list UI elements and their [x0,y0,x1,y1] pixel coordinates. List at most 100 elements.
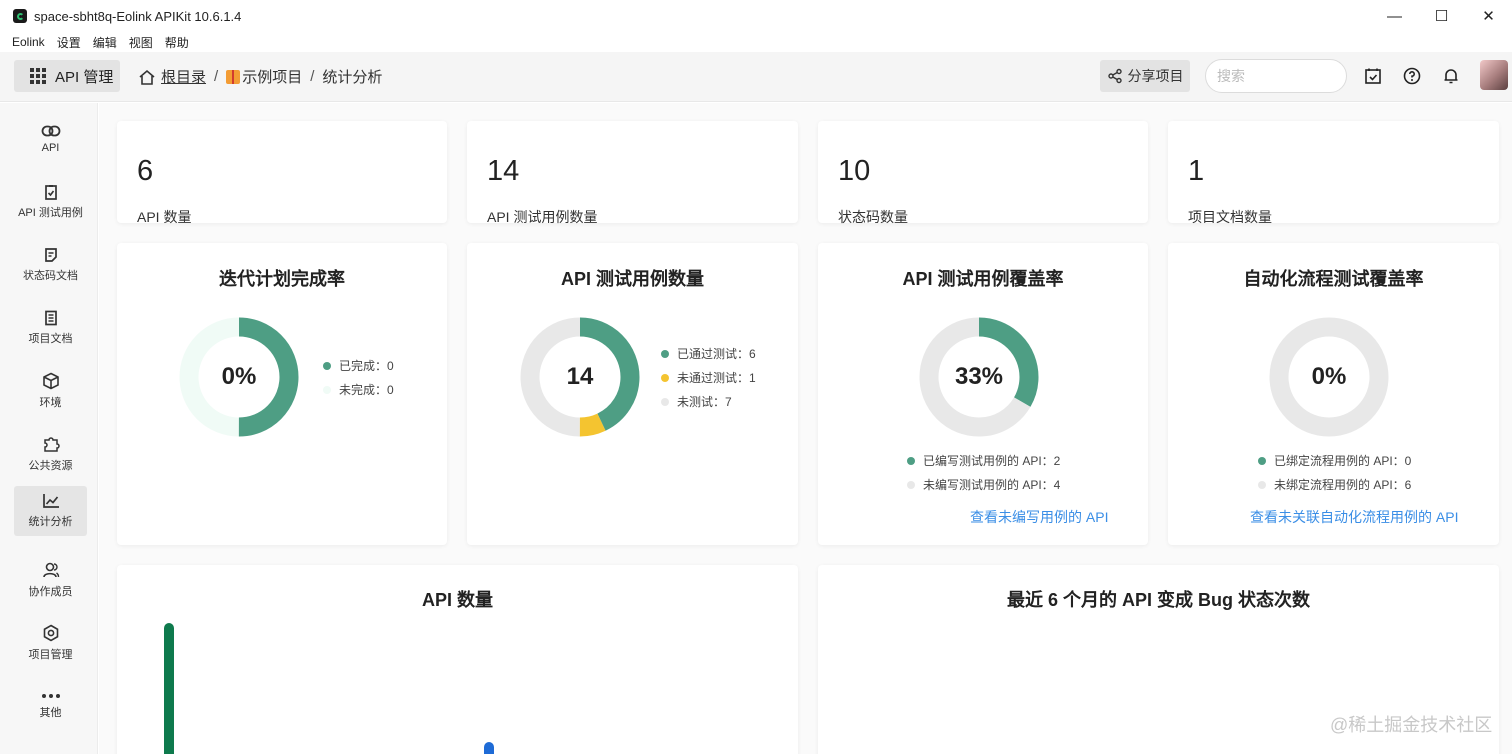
share-icon [1107,68,1122,84]
legend-item: 未编写测试用例的 API：4 [907,476,1060,493]
sidebar-item-project-management[interactable]: 项目管理 [14,618,87,668]
legend-item: 未绑定流程用例的 API：6 [1258,476,1411,493]
sidebar-item-api[interactable]: API [14,114,87,164]
legend-label: 已编写测试用例的 API：2 [923,454,1061,468]
app-logo-icon [13,9,27,23]
grid-icon [30,68,46,84]
calendar-check-icon[interactable] [1363,66,1383,86]
stat-value: 1 [1188,155,1205,187]
sidebar: API API 测试用例 状态码文档 项目文档 环境 公共资源 统计分析 协作成… [0,103,98,754]
legend-label: 未完成：0 [339,383,394,397]
watermark: @稀土掘金技术社区 [1330,715,1493,735]
line-chart-icon [42,494,59,508]
stat-card-api-count: 6 API 数量 [117,121,447,225]
view-unlinked-automation-api-link[interactable]: 查看未关联自动化流程用例的 API [1250,507,1458,527]
legend-label: 未测试：7 [677,395,732,409]
breadcrumb-separator: / [214,68,219,85]
stat-label: API 测试用例数量 [487,209,598,225]
sidebar-item-more[interactable]: 其他 [14,681,87,731]
chart-title: API 测试用例覆盖率 [902,269,1064,289]
sidebar-item-label: 环境 [39,397,62,409]
search-input[interactable] [1205,59,1347,93]
legend-label: 未绑定流程用例的 API：6 [1274,478,1412,492]
stat-label: 状态码数量 [838,209,908,225]
donut-center-value: 14 [566,363,594,390]
home-icon [139,69,155,85]
breadcrumb-separator: / [310,68,315,85]
menu-bar: Eolink 设置 编辑 视图 帮助 [0,32,201,52]
donut-center-value: 0% [221,363,257,390]
legend-label: 未通过测试：1 [677,371,756,385]
bell-icon[interactable] [1441,66,1461,86]
stat-label: API 数量 [137,209,192,225]
sidebar-item-label: 统计分析 [28,516,73,528]
sidebar-item-label: 其他 [39,707,62,719]
sidebar-item-public-resources[interactable]: 公共资源 [14,429,87,479]
sidebar-item-label: API [41,142,60,154]
menu-eolink[interactable]: Eolink [12,35,45,49]
header-toolbar: API 管理 根目录 / 示例项目 / 统计分析 分享项目 [0,52,1512,102]
chart-card-automation-coverage: 自动化流程测试覆盖率 0% 已绑定流程用例的 API：0 未绑定流程用例的 AP… [1168,243,1499,545]
legend-item: 已完成：0 [323,357,394,374]
puzzle-icon [43,437,60,452]
maximize-button[interactable]: ☐ [1418,0,1465,32]
minimize-button[interactable]: — [1371,0,1418,32]
legend-item: 已通过测试：6 [661,345,756,362]
window-title: space-sbht8q-Eolink APIKit 10.6.1.4 [34,8,242,24]
share-project-label: 分享项目 [1127,68,1184,84]
sidebar-item-status-codes[interactable]: 状态码文档 [14,240,87,290]
legend-label: 已完成：0 [339,359,394,373]
legend-item: 未测试：7 [661,393,732,410]
stat-value: 6 [137,155,154,187]
sidebar-item-members[interactable]: 协作成员 [14,555,87,605]
sidebar-item-label: API 测试用例 [18,207,83,219]
menu-view[interactable]: 视图 [129,34,153,51]
breadcrumb-current: 统计分析 [322,69,383,86]
note-icon [44,248,57,262]
view-untested-api-link[interactable]: 查看未编写用例的 API [970,507,1108,527]
window-controls: — ☐ ✕ [1371,0,1512,32]
menu-settings[interactable]: 设置 [57,34,81,51]
sidebar-item-project-docs[interactable]: 项目文档 [14,303,87,353]
stat-value: 14 [487,155,520,187]
chart-title: API 测试用例数量 [560,269,704,289]
breadcrumb-project[interactable]: 示例项目 [242,66,302,87]
legend-label: 已绑定流程用例的 API：0 [1274,454,1412,468]
api-count-bar [484,742,494,754]
stat-card-project-doc-count: 1 项目文档数量 [1168,121,1499,225]
chart-title: 最近 6 个月的 API 变成 Bug 状态次数 [1006,590,1310,610]
sidebar-item-statistics[interactable]: 统计分析 [14,486,87,536]
close-button[interactable]: ✕ [1465,0,1512,32]
chart-title: 迭代计划完成率 [219,269,345,289]
menu-edit[interactable]: 编辑 [93,34,117,51]
stat-card-test-case-count: 14 API 测试用例数量 [467,121,798,225]
api-management-button[interactable]: API 管理 [14,60,120,92]
donut-center-value: 33% [954,363,1004,390]
api-count-chart-card: API 数量 [117,565,798,754]
legend-item: 未完成：0 [323,381,394,398]
main-content: 6 API 数量 14 API 测试用例数量 10 状态码数量 1 项目文档数量… [99,103,1512,754]
chart-card-iteration: 迭代计划完成率 0% 已完成：0 未完成：0 [117,243,447,545]
stat-card-status-code-count: 10 状态码数量 [818,121,1148,225]
share-project-button[interactable]: 分享项目 [1100,60,1190,92]
breadcrumb: 根目录 / 示例项目 / 统计分析 [138,66,382,87]
sidebar-item-test-cases[interactable]: API 测试用例 [14,177,87,227]
sidebar-item-label: 公共资源 [28,460,73,472]
members-icon [42,562,59,578]
help-icon[interactable] [1402,66,1422,86]
settings-icon [43,624,58,642]
cube-icon [42,372,59,390]
sidebar-item-environment[interactable]: 环境 [14,366,87,416]
sidebar-item-label: 状态码文档 [23,270,78,282]
stat-value: 10 [838,155,871,187]
avatar[interactable] [1480,60,1508,90]
document-icon [44,310,57,326]
sidebar-item-label: 项目管理 [28,649,73,661]
clipboard-check-icon [44,185,57,200]
menu-help[interactable]: 帮助 [165,34,189,51]
sidebar-item-label: 协作成员 [28,586,73,598]
legend-label: 未编写测试用例的 API：4 [923,478,1061,492]
sidebar-item-label: 项目文档 [28,333,73,345]
breadcrumb-home[interactable]: 根目录 [161,66,206,87]
donut-center-value: 0% [1311,363,1347,390]
